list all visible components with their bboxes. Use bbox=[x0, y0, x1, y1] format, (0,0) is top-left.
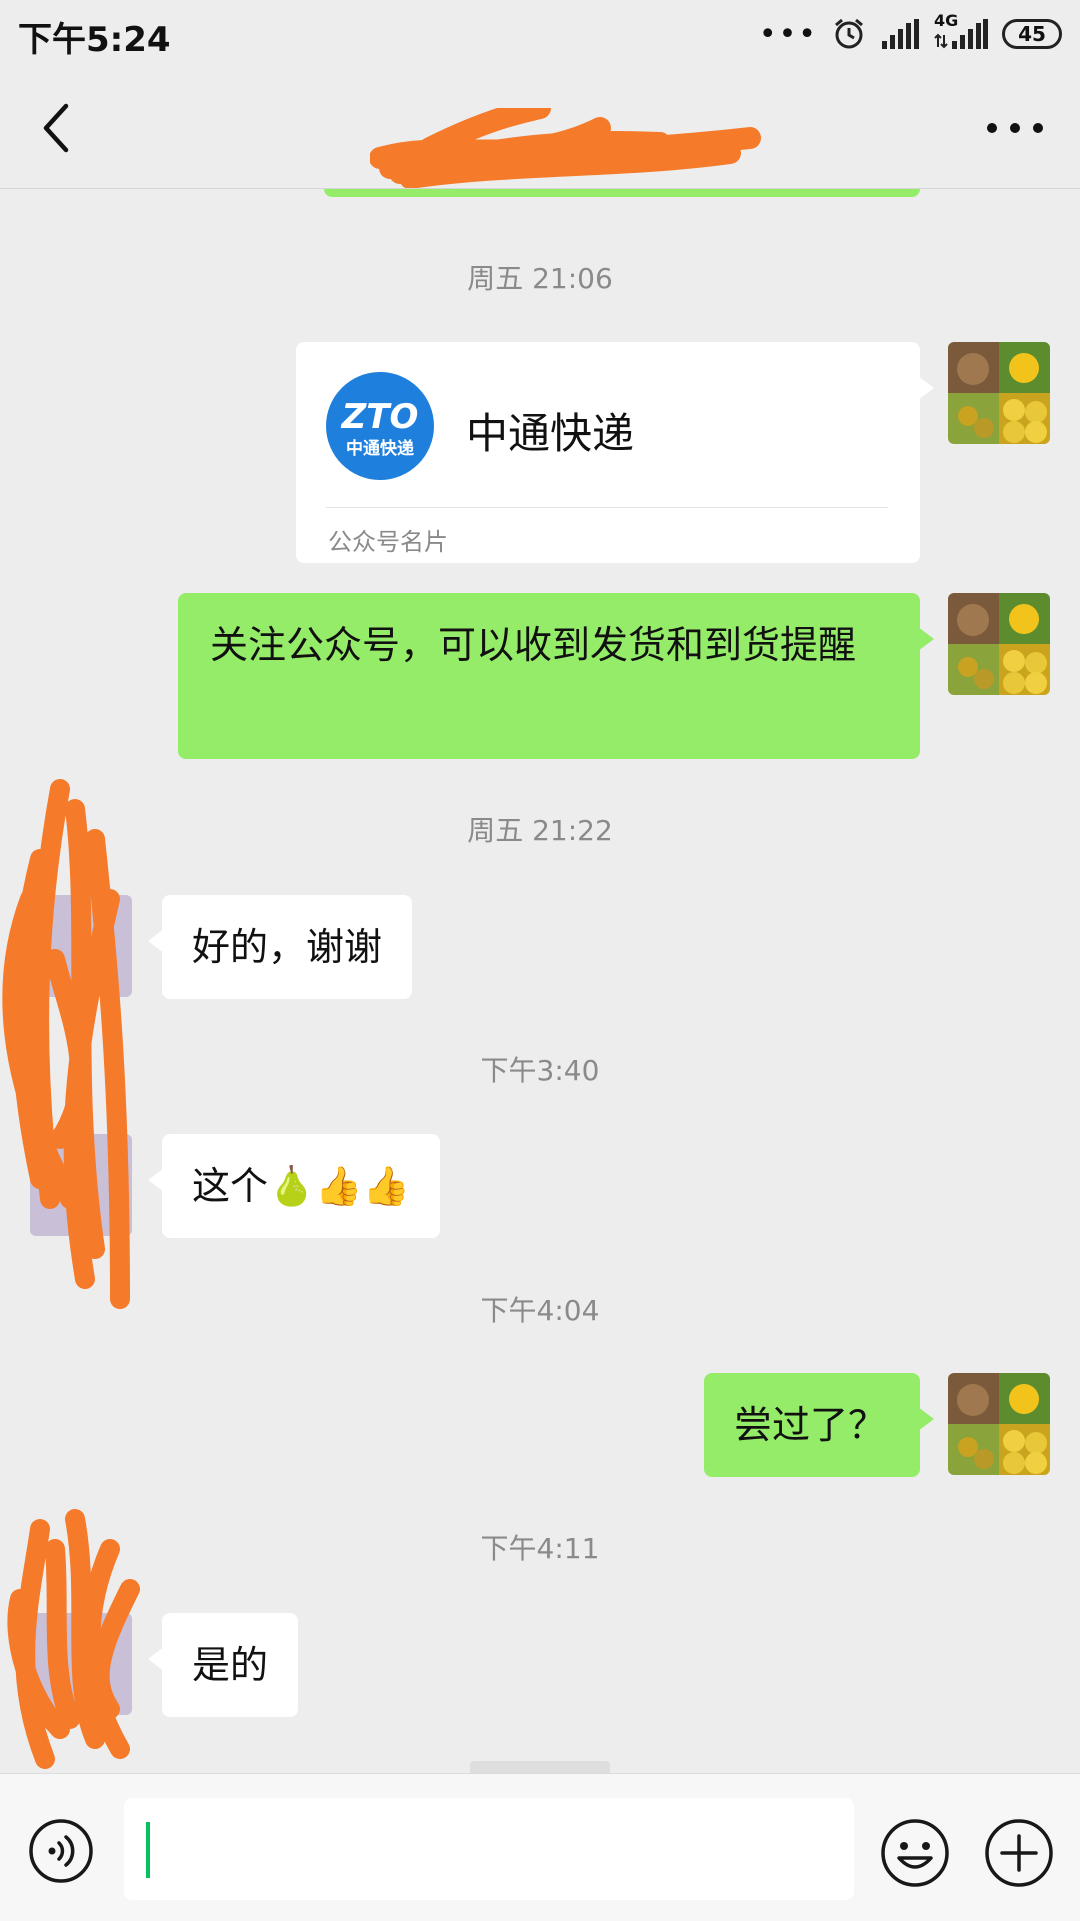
card-type-label: 公众号名片 bbox=[328, 528, 448, 556]
clipped-timestamp bbox=[470, 1761, 610, 1773]
status-bar: 下午5:24 ••• 4G 45 bbox=[0, 0, 1080, 68]
fruit-photo-avatar bbox=[948, 593, 1050, 695]
timestamp: 周五 21:06 bbox=[467, 262, 613, 295]
previous-message-bubble[interactable] bbox=[324, 189, 920, 197]
chat-message-list[interactable]: 周五 21:06 ZTO 中通快递 中通快递 公众号名片 关注公众号，可以收到发… bbox=[0, 189, 1080, 1773]
zto-logo-icon: ZTO 中通快递 bbox=[326, 372, 434, 480]
network-4g-signal: 4G bbox=[934, 11, 988, 51]
svg-text:中通快递: 中通快递 bbox=[346, 438, 414, 459]
text-cursor bbox=[146, 1822, 150, 1878]
sent-message-bubble[interactable]: 尝过了？ bbox=[704, 1373, 934, 1477]
status-icons: ••• 4G 45 bbox=[758, 11, 1062, 54]
timestamp: 下午4:04 bbox=[480, 1294, 600, 1327]
contact-avatar[interactable] bbox=[30, 1613, 132, 1715]
contact-avatar[interactable] bbox=[30, 895, 132, 997]
input-toolbar bbox=[0, 1773, 1080, 1921]
battery-indicator: 45 bbox=[1002, 19, 1062, 49]
fruit-photo-avatar bbox=[948, 342, 1050, 444]
fruit-photo-avatar bbox=[948, 1373, 1050, 1475]
chat-header bbox=[0, 68, 1080, 189]
timestamp: 下午3:40 bbox=[480, 1054, 600, 1087]
svg-text:ZTO: ZTO bbox=[341, 397, 419, 437]
signal-icon bbox=[882, 19, 919, 49]
contact-card-message[interactable]: ZTO 中通快递 中通快递 公众号名片 bbox=[296, 342, 934, 563]
redaction-scribble bbox=[370, 108, 761, 188]
alarm-icon bbox=[835, 18, 863, 49]
my-avatar[interactable] bbox=[948, 593, 1050, 695]
plus-circle-icon[interactable] bbox=[984, 1818, 1054, 1888]
chevron-left-icon[interactable] bbox=[28, 96, 88, 160]
signal-4g-icon bbox=[934, 19, 988, 49]
status-time: 下午5:24 bbox=[18, 20, 171, 60]
my-avatar[interactable] bbox=[948, 342, 1050, 444]
my-avatar[interactable] bbox=[948, 1373, 1050, 1475]
card-divider bbox=[326, 507, 888, 508]
sent-message-bubble[interactable]: 关注公众号，可以收到发货和到货提醒 bbox=[178, 593, 934, 759]
received-message-bubble[interactable]: 这个🍐👍👍 bbox=[148, 1134, 440, 1238]
message-input[interactable] bbox=[124, 1798, 854, 1900]
notification-dots-icon: ••• bbox=[758, 16, 818, 52]
received-message-bubble[interactable]: 好的，谢谢 bbox=[147, 895, 413, 999]
emoji-icon[interactable] bbox=[880, 1818, 950, 1888]
contact-avatar[interactable] bbox=[30, 1134, 132, 1236]
received-message-bubble[interactable]: 是的 bbox=[147, 1613, 299, 1717]
voice-icon[interactable] bbox=[28, 1818, 94, 1884]
more-horizontal-icon[interactable] bbox=[980, 108, 1050, 148]
timestamp: 下午4:11 bbox=[480, 1532, 600, 1565]
card-account-name: 中通快递 bbox=[466, 409, 635, 458]
timestamp: 周五 21:22 bbox=[467, 814, 613, 847]
